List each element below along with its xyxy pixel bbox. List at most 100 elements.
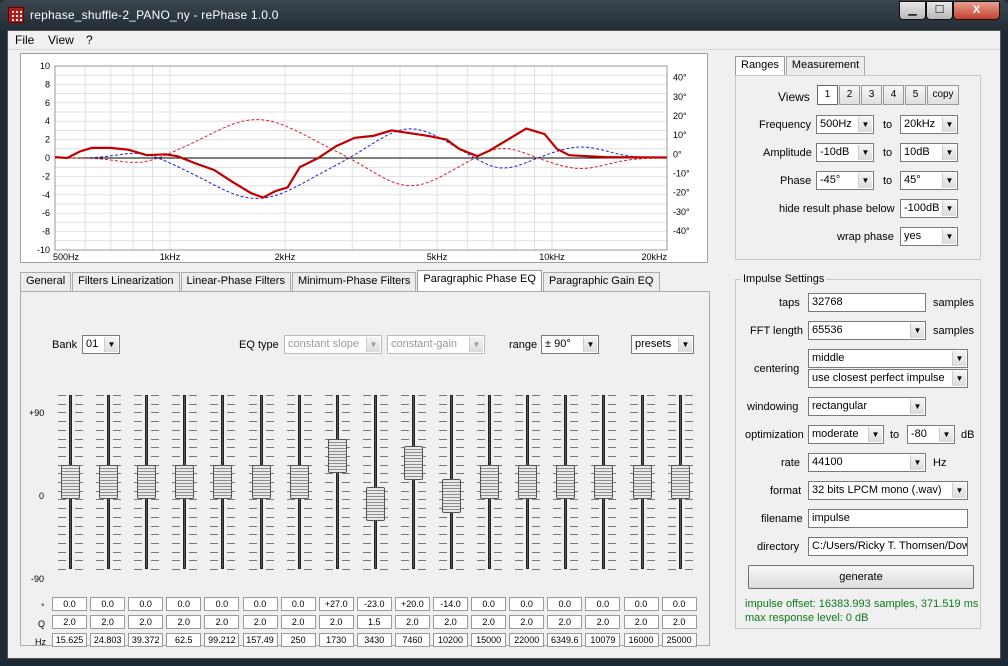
band-deg-field[interactable]: 0.0 <box>661 597 697 611</box>
filename-input[interactable]: impulse <box>808 509 968 528</box>
band-deg-field[interactable]: 0.0 <box>166 597 202 611</box>
band-hz-field[interactable]: 25000 <box>661 633 697 647</box>
slider-thumb[interactable] <box>403 445 423 480</box>
slider-thumb[interactable] <box>632 465 652 499</box>
presets-select[interactable]: presets ▼ <box>631 335 694 354</box>
windowing-select[interactable]: rectangular ▼ <box>808 397 926 416</box>
slider-thumb[interactable] <box>289 465 309 499</box>
slider-thumb[interactable] <box>99 465 119 499</box>
view-2-button[interactable]: 2 <box>839 85 860 105</box>
amp-from-select[interactable]: -10dB ▼ <box>816 143 874 162</box>
fft-select[interactable]: 65536 ▼ <box>808 321 926 340</box>
band-deg-field[interactable]: 0.0 <box>585 597 621 611</box>
band-deg-field[interactable]: -23.0 <box>356 597 392 611</box>
band-deg-field[interactable]: 0.0 <box>128 597 164 611</box>
band-hz-field[interactable]: 10079 <box>585 633 621 647</box>
menu-file[interactable]: File <box>15 33 34 47</box>
slider-thumb[interactable] <box>480 465 500 499</box>
title-bar[interactable]: rephase_shuffle-2_PANO_ny - rePhase 1.0.… <box>0 0 1008 30</box>
slider-thumb[interactable] <box>213 465 233 499</box>
band-hz-field[interactable]: 250 <box>280 633 316 647</box>
band-q-field[interactable]: 2.0 <box>52 615 87 629</box>
slider-track[interactable] <box>411 395 415 569</box>
tab-general[interactable]: General <box>20 272 72 291</box>
slider-thumb[interactable] <box>594 465 614 499</box>
band-hz-field[interactable]: 99.212 <box>204 633 240 647</box>
band-q-field[interactable]: 2.0 <box>547 615 583 629</box>
freq-to-select[interactable]: 20kHz ▼ <box>900 115 958 134</box>
band-q-field[interactable]: 2.0 <box>90 615 126 629</box>
generate-button[interactable]: generate <box>748 565 974 589</box>
maximize-button[interactable]: ☐ <box>926 1 953 20</box>
view-1-button[interactable]: 1 <box>817 85 838 105</box>
band-hz-field[interactable]: 10200 <box>433 633 468 647</box>
view-3-button[interactable]: 3 <box>861 85 882 105</box>
tab-measurement[interactable]: Measurement <box>785 56 866 75</box>
band-hz-field[interactable]: 157.49 <box>242 633 278 647</box>
slider-thumb[interactable] <box>137 465 157 499</box>
band-hz-field[interactable]: 7460 <box>394 633 430 647</box>
band-q-field[interactable]: 2.0 <box>166 615 202 629</box>
band-deg-field[interactable]: 0.0 <box>52 597 87 611</box>
band-q-field[interactable]: 1.5 <box>356 615 392 629</box>
tab-linear-phase-filters[interactable]: Linear-Phase Filters <box>180 272 291 291</box>
band-hz-field[interactable]: 6349.6 <box>547 633 583 647</box>
band-q-field[interactable]: 2.0 <box>433 615 468 629</box>
view-5-button[interactable]: 5 <box>905 85 926 105</box>
slider-thumb[interactable] <box>518 465 538 499</box>
range-select[interactable]: ± 90° ▼ <box>541 335 599 354</box>
band-hz-field[interactable]: 16000 <box>623 633 659 647</box>
band-deg-field[interactable]: 0.0 <box>471 597 507 611</box>
tab-paragraphic-phase-eq[interactable]: Paragraphic Phase EQ <box>417 270 542 291</box>
band-deg-field[interactable]: 0.0 <box>204 597 240 611</box>
band-deg-field[interactable]: 0.0 <box>90 597 126 611</box>
slider-thumb[interactable] <box>61 465 80 499</box>
band-q-field[interactable]: 2.0 <box>204 615 240 629</box>
band-hz-field[interactable]: 3430 <box>356 633 392 647</box>
hide-phase-select[interactable]: -100dB ▼ <box>900 199 958 218</box>
band-q-field[interactable]: 2.0 <box>471 615 507 629</box>
band-hz-field[interactable]: 62.5 <box>166 633 202 647</box>
band-deg-field[interactable]: +27.0 <box>318 597 354 611</box>
band-deg-field[interactable]: -14.0 <box>433 597 468 611</box>
band-q-field[interactable]: 2.0 <box>280 615 316 629</box>
slider-thumb[interactable] <box>670 465 690 499</box>
band-deg-field[interactable]: 0.0 <box>547 597 583 611</box>
directory-input[interactable]: C:/Users/Ricky T. Thomsen/Dow <box>808 537 968 556</box>
band-hz-field[interactable]: 24.803 <box>90 633 126 647</box>
rate-select[interactable]: 44100 ▼ <box>808 453 926 472</box>
taps-input[interactable]: 32768 <box>808 293 926 312</box>
tab-ranges[interactable]: Ranges <box>735 56 785 75</box>
view-4-button[interactable]: 4 <box>883 85 904 105</box>
phase-from-select[interactable]: -45° ▼ <box>816 171 874 190</box>
band-q-field[interactable]: 2.0 <box>623 615 659 629</box>
band-q-field[interactable]: 2.0 <box>318 615 354 629</box>
slider-thumb[interactable] <box>251 465 271 499</box>
format-select[interactable]: 32 bits LPCM mono (.wav) ▼ <box>808 481 968 500</box>
band-q-field[interactable]: 2.0 <box>242 615 278 629</box>
centering-mode-select[interactable]: use closest perfect impulse ▼ <box>808 369 968 388</box>
band-hz-field[interactable]: 15.625 <box>52 633 87 647</box>
band-deg-field[interactable]: 0.0 <box>280 597 316 611</box>
menu-view[interactable]: View <box>48 33 74 47</box>
slider-thumb[interactable] <box>365 487 385 522</box>
tab-minimum-phase-filters[interactable]: Minimum-Phase Filters <box>291 272 417 291</box>
optimization-select[interactable]: moderate ▼ <box>808 425 884 444</box>
band-q-field[interactable]: 2.0 <box>661 615 697 629</box>
menu-help[interactable]: ? <box>86 33 93 47</box>
close-button[interactable]: X <box>953 1 1000 20</box>
slider-track[interactable] <box>373 395 377 569</box>
band-deg-field[interactable]: 0.0 <box>623 597 659 611</box>
amp-to-select[interactable]: 10dB ▼ <box>900 143 958 162</box>
band-deg-field[interactable]: 0.0 <box>509 597 545 611</box>
centering-select[interactable]: middle ▼ <box>808 349 968 368</box>
wrap-phase-select[interactable]: yes ▼ <box>900 227 958 246</box>
tab-filters-linearization[interactable]: Filters Linearization <box>72 272 180 291</box>
view-copy-button[interactable]: copy <box>927 85 959 105</box>
band-q-field[interactable]: 2.0 <box>128 615 164 629</box>
slider-thumb[interactable] <box>175 465 195 499</box>
band-hz-field[interactable]: 39.372 <box>128 633 164 647</box>
slider-thumb[interactable] <box>327 438 347 473</box>
freq-from-select[interactable]: 500Hz ▼ <box>816 115 874 134</box>
band-q-field[interactable]: 2.0 <box>585 615 621 629</box>
